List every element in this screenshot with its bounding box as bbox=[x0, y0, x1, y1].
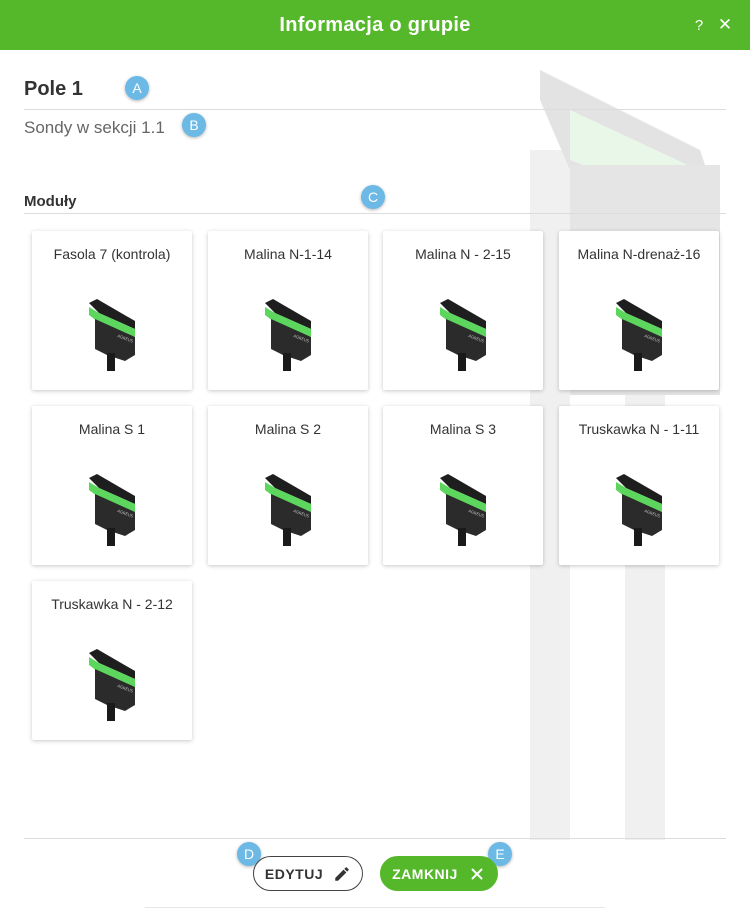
module-label: Malina S 1 bbox=[78, 421, 146, 437]
sensor-icon bbox=[89, 649, 135, 721]
close-button[interactable]: ZAMKNIJ bbox=[380, 856, 498, 891]
group-description: Sondy w sekcji 1.1 bbox=[24, 118, 165, 137]
sensor-icon bbox=[616, 299, 662, 371]
module-label: Malina N - 2-15 bbox=[415, 246, 511, 262]
close-button-label: ZAMKNIJ bbox=[392, 865, 458, 882]
divider bbox=[24, 109, 726, 110]
edit-button[interactable]: EDYTUJ bbox=[253, 856, 363, 891]
sensor-icon bbox=[440, 299, 486, 371]
modules-section-title: Moduły bbox=[24, 193, 77, 210]
module-card[interactable]: Malina S 2 bbox=[208, 406, 368, 565]
module-label: Fasola 7 (kontrola) bbox=[53, 246, 171, 262]
dialog-title: Informacja o grupie bbox=[279, 13, 471, 36]
close-icon bbox=[471, 868, 483, 879]
divider bbox=[24, 838, 726, 839]
divider bbox=[24, 213, 726, 214]
module-card[interactable]: Truskawka N - 2-12 bbox=[32, 581, 192, 740]
sensor-icon bbox=[440, 474, 486, 546]
module-card[interactable]: Malina S 1 bbox=[32, 406, 192, 565]
sensor-icon bbox=[89, 299, 135, 371]
sensor-icon bbox=[616, 474, 662, 546]
module-card[interactable]: Truskawka N - 1-11 bbox=[559, 406, 719, 565]
help-button[interactable]: ? bbox=[688, 13, 710, 37]
edit-button-label: EDYTUJ bbox=[264, 865, 324, 882]
annotation-badge-b: B bbox=[182, 113, 206, 137]
module-card[interactable]: Malina N - 2-15 bbox=[383, 231, 543, 390]
dialog-content: Pole 1 Sondy w sekcji 1.1 A B C Moduły F… bbox=[0, 50, 750, 908]
annotation-badge-a: A bbox=[125, 76, 149, 100]
module-card[interactable]: Fasola 7 (kontrola) bbox=[32, 231, 192, 390]
module-card[interactable]: Malina N-1-14 bbox=[208, 231, 368, 390]
sensor-icon bbox=[89, 474, 135, 546]
annotation-badge-c: C bbox=[361, 185, 385, 209]
module-label: Truskawka N - 1-11 bbox=[578, 421, 700, 437]
module-label: Malina N-1-14 bbox=[244, 246, 332, 262]
module-label: Malina S 3 bbox=[429, 421, 497, 437]
module-label: Malina N-drenaż-16 bbox=[577, 246, 701, 262]
module-card[interactable]: Malina N-drenaż-16 bbox=[559, 231, 719, 390]
sensor-icon bbox=[265, 299, 311, 371]
sensor-icon bbox=[265, 474, 311, 546]
close-dialog-button[interactable]: ✕ bbox=[714, 13, 736, 37]
dialog-header: Informacja o grupie ? ✕ bbox=[0, 0, 750, 50]
module-card[interactable]: Malina S 3 bbox=[383, 406, 543, 565]
pencil-icon bbox=[335, 866, 349, 881]
group-name: Pole 1 bbox=[24, 78, 83, 100]
module-label: Malina S 2 bbox=[254, 421, 322, 437]
module-label: Truskawka N - 2-12 bbox=[51, 596, 173, 612]
